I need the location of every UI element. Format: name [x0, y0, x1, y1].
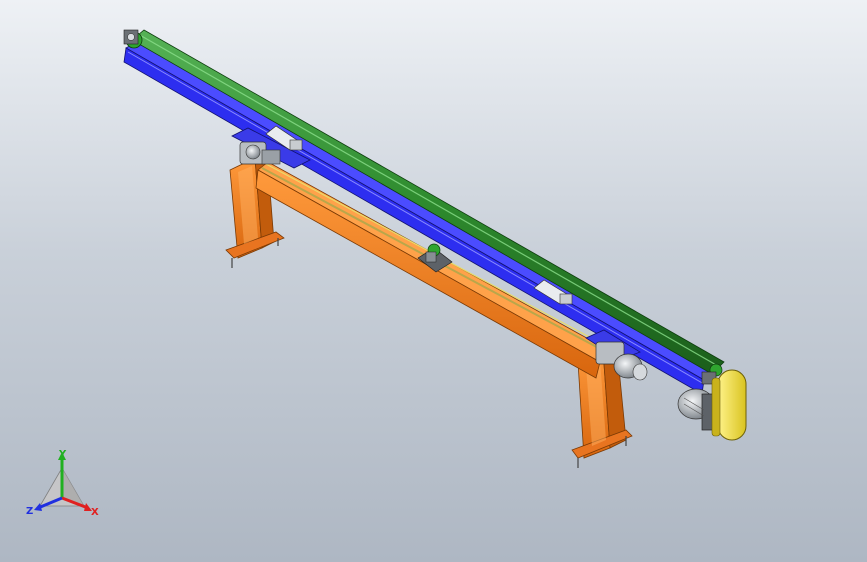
blue-track [123, 39, 719, 395]
x-axis-label: X [91, 507, 99, 518]
left-end-bearing [123, 29, 143, 49]
end-guard [711, 369, 747, 441]
z-axis-label: Z [26, 506, 33, 517]
conveyor-model[interactable] [0, 0, 867, 562]
green-roller [131, 29, 725, 375]
y-axis-label: Y [58, 449, 67, 460]
axis-triad: Y X Z [26, 449, 99, 518]
graphics-viewport[interactable]: Y X Z [0, 0, 867, 562]
